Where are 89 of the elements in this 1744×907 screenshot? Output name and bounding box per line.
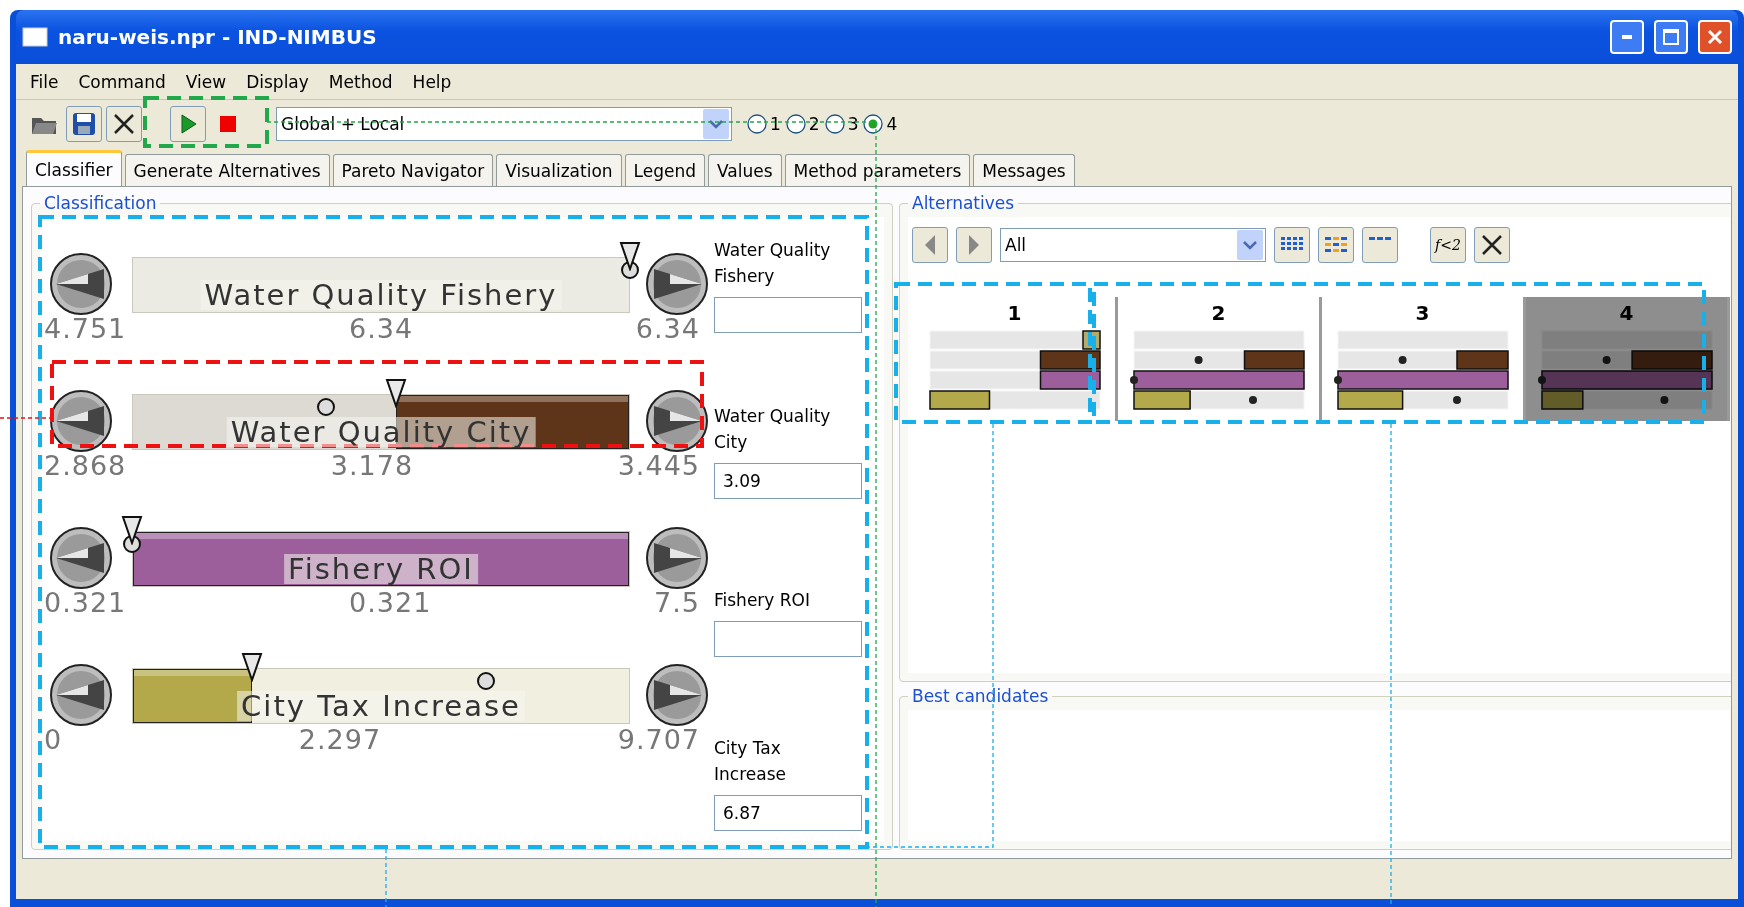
triangle-thumb-icon[interactable] xyxy=(121,515,143,545)
objective-label: Water Quality Fishery xyxy=(714,239,832,288)
max-value: 3.445 xyxy=(617,450,700,481)
tab[interactable]: Method parameters xyxy=(784,154,971,186)
right-arrow-button[interactable] xyxy=(644,525,710,591)
objective-bar[interactable]: Water Quality City xyxy=(132,394,630,450)
row-view-icon[interactable] xyxy=(1362,227,1398,263)
leader-line xyxy=(0,417,53,419)
max-value: 9.707 xyxy=(617,724,700,755)
left-triangle-icon xyxy=(924,234,936,256)
input-field[interactable]: 6.87 xyxy=(714,795,862,831)
group-title: Classification xyxy=(43,193,158,213)
menu-item[interactable]: Display xyxy=(238,69,317,94)
formula-button[interactable]: f<2 xyxy=(1430,227,1466,263)
left-arrow-button[interactable] xyxy=(48,251,114,317)
current-value: 6.34 xyxy=(349,313,414,344)
min-value: 0.321 xyxy=(44,587,127,618)
chevron-down-icon xyxy=(709,119,723,129)
objective-bar[interactable]: City Tax Increase xyxy=(132,668,630,724)
menu-item[interactable]: Method xyxy=(320,69,401,94)
min-value: 2.868 xyxy=(44,450,127,481)
alternative-number: 3 xyxy=(1415,301,1430,325)
input-field[interactable]: 3.09 xyxy=(714,463,862,499)
input-field[interactable] xyxy=(714,297,862,333)
left-arrow-button[interactable] xyxy=(48,662,114,728)
max-value: 6.34 xyxy=(635,313,700,344)
objective-label: Water Quality City xyxy=(714,405,832,454)
right-arrow-button[interactable] xyxy=(644,251,710,317)
objective-name: City Tax Increase xyxy=(237,691,525,721)
play-icon[interactable] xyxy=(170,106,206,142)
close-button[interactable] xyxy=(1698,20,1732,54)
triangle-thumb-icon[interactable] xyxy=(240,652,263,682)
objective-bar[interactable]: Fishery ROI xyxy=(132,531,630,587)
close-icon xyxy=(1481,234,1503,256)
menu-item[interactable]: Command xyxy=(70,69,174,94)
menu-item[interactable]: View xyxy=(177,69,235,94)
tab[interactable]: Classifier xyxy=(26,150,122,186)
objective-name: Fishery ROI xyxy=(284,554,478,584)
group-title: Alternatives xyxy=(911,193,1016,213)
alternative-card[interactable]: 4 xyxy=(1526,297,1730,421)
maximize-icon xyxy=(1663,29,1679,45)
window-icon xyxy=(22,27,48,47)
objective-label: City Tax Increase xyxy=(714,737,787,786)
menu-item[interactable]: File xyxy=(22,69,67,94)
tab[interactable]: Pareto Navigator xyxy=(332,154,494,186)
current-value: 2.297 xyxy=(298,724,382,755)
tab[interactable]: Messages xyxy=(973,154,1075,186)
current-value: 3.178 xyxy=(330,450,414,481)
alternative-number: 1 xyxy=(1007,301,1022,325)
minimize-button[interactable] xyxy=(1610,20,1644,54)
minimize-icon xyxy=(1622,35,1632,39)
tab[interactable]: Generate Alternatives xyxy=(124,154,330,186)
group-title: Best candidates xyxy=(911,686,1050,706)
next-button[interactable] xyxy=(956,227,992,263)
save-icon[interactable] xyxy=(66,106,102,142)
alternative-number: 4 xyxy=(1619,301,1634,325)
method-dropdown[interactable]: Global + Local xyxy=(276,107,732,141)
delete-button[interactable] xyxy=(1474,227,1510,263)
right-triangle-icon xyxy=(968,234,980,256)
alternative-number: 2 xyxy=(1211,301,1226,325)
grid-view-icon[interactable] xyxy=(1274,227,1310,263)
tab[interactable]: Legend xyxy=(624,154,706,186)
current-value: 0.321 xyxy=(349,587,432,618)
triangle-thumb-icon[interactable] xyxy=(384,378,407,408)
left-arrow-button[interactable] xyxy=(48,388,114,454)
menu-item[interactable]: Help xyxy=(404,69,460,94)
filter-dropdown[interactable]: All xyxy=(1000,228,1266,262)
circle-marker-icon[interactable] xyxy=(316,397,337,417)
grid-view-icon[interactable] xyxy=(1318,227,1354,263)
maximize-button[interactable] xyxy=(1654,20,1688,54)
min-value: 4.751 xyxy=(44,313,127,344)
tab[interactable]: Visualization xyxy=(496,154,622,186)
close-icon xyxy=(1707,29,1723,45)
window-title: naru-weis.npr - IND-NIMBUS xyxy=(58,25,378,49)
max-value: 7.5 xyxy=(654,587,700,618)
triangle-thumb-icon[interactable] xyxy=(619,241,641,271)
right-arrow-button[interactable] xyxy=(644,388,710,454)
objective-name: Water Quality City xyxy=(226,417,536,447)
tab[interactable]: Values xyxy=(708,154,782,186)
close-icon[interactable] xyxy=(106,106,142,142)
objective-name: Water Quality Fishery xyxy=(200,280,562,310)
left-arrow-button[interactable] xyxy=(48,525,114,591)
input-field[interactable] xyxy=(714,621,862,657)
min-value: 0 xyxy=(44,724,63,755)
right-arrow-button[interactable] xyxy=(644,662,710,728)
objective-label: Fishery ROI xyxy=(714,589,811,612)
chevron-down-icon xyxy=(1243,240,1257,250)
previous-button[interactable] xyxy=(912,227,948,263)
objective-bar[interactable]: Water Quality Fishery xyxy=(132,257,630,313)
